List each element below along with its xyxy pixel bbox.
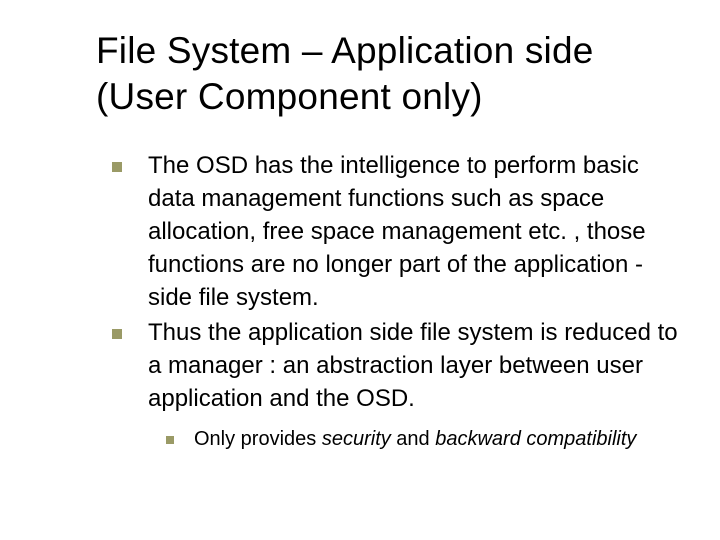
bullet-list: The OSD has the intelligence to perform … (96, 149, 684, 454)
slide-title: File System – Application side (User Com… (96, 28, 684, 121)
sub-bullet-list: Only provides security and backward comp… (148, 425, 678, 453)
italic-text: security (322, 428, 391, 450)
text-run: and (391, 428, 435, 450)
list-item: Thus the application side file system is… (108, 316, 678, 453)
list-item: The OSD has the intelligence to perform … (108, 149, 678, 315)
bullet-text: Thus the application side file system is… (148, 319, 678, 412)
list-item: Only provides security and backward comp… (164, 425, 678, 453)
sub-bullet-text: Only provides security and backward comp… (194, 428, 636, 450)
square-bullet-icon (112, 329, 122, 339)
italic-text: backward compatibility (435, 428, 636, 450)
square-bullet-icon (112, 162, 122, 172)
slide: File System – Application side (User Com… (0, 0, 720, 540)
text-run: Only provides (194, 428, 322, 450)
bullet-text: The OSD has the intelligence to perform … (148, 152, 646, 311)
square-bullet-icon (166, 436, 174, 444)
